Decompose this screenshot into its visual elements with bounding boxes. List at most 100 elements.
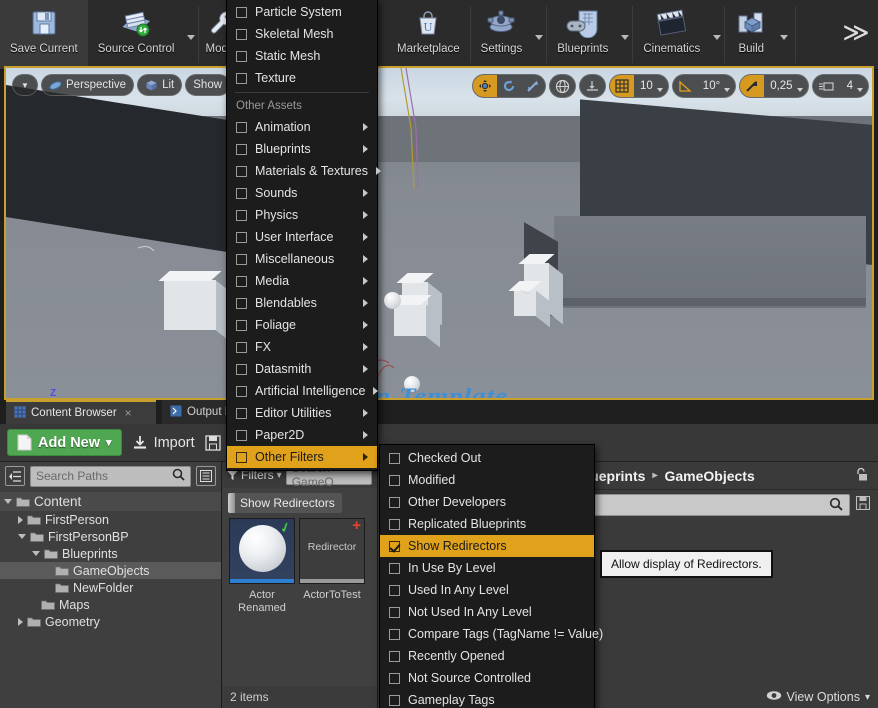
checkbox-icon[interactable] <box>236 297 247 309</box>
marketplace-button[interactable]: U Marketplace <box>387 0 470 69</box>
expand-arrow-open-icon[interactable] <box>32 551 40 556</box>
checkbox-icon[interactable] <box>236 121 247 133</box>
tab-content-browser[interactable]: Content Browser × <box>6 400 156 424</box>
checkbox-icon[interactable] <box>236 451 247 463</box>
other-filters-item-recently-opened[interactable]: Recently Opened <box>380 645 594 667</box>
filters-menu-item-artificial-intelligence[interactable]: Artificial Intelligence <box>227 380 379 402</box>
checkbox-icon[interactable] <box>389 496 400 508</box>
other-filters-item-modified[interactable]: Modified <box>380 469 594 491</box>
camera-speed-value[interactable]: 4 <box>841 80 856 92</box>
asset-tile-actor-to-test[interactable]: Redirector + ActorToTest <box>299 518 365 602</box>
blueprints-dropdown-caret[interactable] <box>618 0 632 69</box>
source-control-button[interactable]: Source Control <box>88 0 185 69</box>
checkbox-icon[interactable] <box>236 319 247 331</box>
other-filters-item-in-use-by-level[interactable]: In Use By Level <box>380 557 594 579</box>
filters-menu-item-paper2d[interactable]: Paper2D <box>227 424 377 446</box>
tree-item-firstperson[interactable]: FirstPerson <box>0 511 221 528</box>
expand-arrow-closed-icon[interactable] <box>18 515 23 524</box>
translate-mode-button[interactable] <box>473 75 497 97</box>
other-filters-item-not-source-controlled[interactable]: Not Source Controlled <box>380 667 594 689</box>
checkbox-icon[interactable] <box>236 407 247 419</box>
viewport-options-button[interactable]: ▼ <box>12 74 38 96</box>
filters-menu-item-other-filters[interactable]: Other Filters <box>227 446 377 468</box>
checkbox-icon[interactable] <box>236 6 247 18</box>
filters-menu-item-skeletal-mesh[interactable]: Skeletal Mesh <box>227 23 377 45</box>
checkbox-icon[interactable] <box>236 385 247 397</box>
camera-speed-button[interactable] <box>813 75 841 97</box>
checkbox-checked-icon[interactable] <box>389 540 400 552</box>
checkbox-icon[interactable] <box>236 253 247 265</box>
settings-dropdown-caret[interactable] <box>532 0 546 69</box>
rotate-mode-button[interactable] <box>497 75 521 97</box>
rotation-snap-caret-icon[interactable] <box>724 87 731 92</box>
scale-snap-toggle[interactable] <box>740 75 765 97</box>
filters-menu-item-physics[interactable]: Physics <box>227 204 377 226</box>
save-current-button[interactable]: Save Current <box>0 0 88 69</box>
checkbox-icon[interactable] <box>236 165 247 177</box>
checkbox-icon[interactable] <box>236 187 247 199</box>
tree-item-newfolder[interactable]: NewFolder <box>0 579 221 596</box>
world-space-button[interactable] <box>550 75 575 97</box>
rotation-snap-toggle[interactable] <box>673 75 697 97</box>
filters-menu-item-foliage[interactable]: Foliage <box>227 314 377 336</box>
filters-menu-item-animation[interactable]: Animation <box>227 116 377 138</box>
toolbar-overflow-button[interactable]: ≫ <box>834 0 878 69</box>
other-filters-item-compare-tags-tagname-value[interactable]: Compare Tags (TagName != Value) <box>380 623 603 645</box>
checkbox-icon[interactable] <box>389 584 400 596</box>
rotation-snap-value[interactable]: 10° <box>697 80 723 92</box>
filters-menu-item-texture[interactable]: Texture <box>227 67 377 89</box>
list-options-icon[interactable] <box>196 466 216 486</box>
grid-snap-caret-icon[interactable] <box>656 87 663 92</box>
grid-snap-value[interactable]: 10 <box>634 80 656 92</box>
checkbox-icon[interactable] <box>389 628 400 640</box>
import-button[interactable]: Import <box>132 435 195 451</box>
camera-speed-caret-icon[interactable] <box>856 87 863 92</box>
tree-item-firstpersonbp[interactable]: FirstPersonBP <box>0 528 221 545</box>
checkbox-icon[interactable] <box>389 452 400 464</box>
cinematics-button[interactable]: Cinematics <box>633 0 710 69</box>
lock-open-icon[interactable] <box>854 467 868 485</box>
filters-menu-item-datasmith[interactable]: Datasmith <box>227 358 377 380</box>
save-search-icon[interactable] <box>855 495 871 515</box>
expand-arrow-closed-icon[interactable] <box>18 617 23 626</box>
close-icon[interactable]: × <box>125 406 132 420</box>
other-filters-item-replicated-blueprints[interactable]: Replicated Blueprints <box>380 513 594 535</box>
breadcrumb-item-gameobjects[interactable]: GameObjects <box>664 468 754 484</box>
checkbox-icon[interactable] <box>236 429 247 441</box>
checkbox-icon[interactable] <box>236 143 247 155</box>
filters-menu-item-particle-system[interactable]: Particle System <box>227 1 377 23</box>
grid-snap-toggle[interactable] <box>610 75 634 97</box>
tree-item-gameobjects[interactable]: GameObjects <box>0 562 221 579</box>
other-filters-item-show-redirectors[interactable]: Show Redirectors <box>380 535 594 557</box>
filters-menu-item-blendables[interactable]: Blendables <box>227 292 377 314</box>
scale-snap-value[interactable]: 0,25 <box>764 80 795 92</box>
view-options-button[interactable]: View Options ▾ <box>766 690 870 704</box>
filters-menu-item-user-interface[interactable]: User Interface <box>227 226 377 248</box>
filters-menu-item-sounds[interactable]: Sounds <box>227 182 377 204</box>
blueprints-button[interactable]: Blueprints <box>547 0 618 69</box>
checkbox-icon[interactable] <box>389 606 400 618</box>
other-filters-item-other-developers[interactable]: Other Developers <box>380 491 594 513</box>
source-control-dropdown-caret[interactable] <box>184 0 198 69</box>
filters-menu-item-editor-utilities[interactable]: Editor Utilities <box>227 402 377 424</box>
viewport-perspective-button[interactable]: Perspective <box>41 74 135 96</box>
checkbox-icon[interactable] <box>236 209 247 221</box>
checkbox-icon[interactable] <box>236 341 247 353</box>
viewport-viewmode-button[interactable]: Lit <box>137 74 183 96</box>
filters-menu-item-media[interactable]: Media <box>227 270 377 292</box>
tree-item-geometry[interactable]: Geometry <box>0 613 221 630</box>
checkbox-icon[interactable] <box>236 50 247 62</box>
checkbox-icon[interactable] <box>236 72 247 84</box>
viewport-show-button[interactable]: Show <box>185 74 231 96</box>
checkbox-icon[interactable] <box>236 231 247 243</box>
other-filters-item-not-used-in-any-level[interactable]: Not Used In Any Level <box>380 601 594 623</box>
checkbox-icon[interactable] <box>389 694 400 706</box>
build-dropdown-caret[interactable] <box>777 0 791 69</box>
filters-menu-item-fx[interactable]: FX <box>227 336 377 358</box>
other-filters-item-gameplay-tags[interactable]: Gameplay Tags <box>380 689 594 708</box>
expand-arrow-open-icon[interactable] <box>18 534 26 539</box>
checkbox-icon[interactable] <box>236 363 247 375</box>
build-button[interactable]: Build <box>725 0 777 69</box>
other-filters-item-used-in-any-level[interactable]: Used In Any Level <box>380 579 594 601</box>
cinematics-dropdown-caret[interactable] <box>710 0 724 69</box>
